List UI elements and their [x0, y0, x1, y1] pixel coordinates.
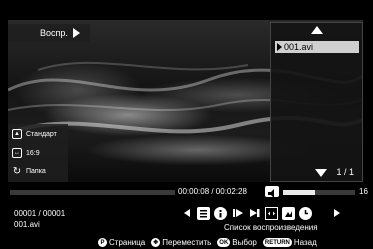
aspect-icon: ↔: [12, 148, 22, 158]
folder-row[interactable]: ↻ Папка: [12, 164, 46, 178]
volume-value: 16: [359, 187, 368, 196]
picture-mode-label: Стандарт: [26, 130, 57, 138]
play-status-text: Воспр.: [40, 28, 68, 38]
play-triangle-icon: [72, 28, 80, 38]
aspect-label: 16:9: [26, 149, 40, 157]
scroll-up-icon[interactable]: [311, 26, 323, 34]
time-display: 00:00:08 / 00:02:28: [178, 187, 247, 196]
next-icon[interactable]: [330, 207, 343, 220]
ok-hint: OK Выбор: [217, 238, 257, 247]
playlist-item[interactable]: 001.avi: [275, 41, 359, 53]
playlist-caption: Список воспроизведения: [224, 223, 318, 232]
page-hint: P Страница: [98, 238, 145, 247]
aspect-icon[interactable]: [265, 206, 278, 220]
file-counter: 00001 / 00001: [14, 209, 66, 218]
return-hint: RETURN Назад: [262, 238, 317, 247]
ok-hint-label: Выбор: [232, 238, 257, 247]
scroll-down-icon[interactable]: [315, 169, 327, 177]
info-icon[interactable]: [214, 206, 227, 220]
playlist-page-indicator: 1 / 1: [336, 167, 354, 177]
page-hint-label: Страница: [109, 238, 146, 247]
play-status-label: Воспр.: [8, 24, 90, 42]
progress-bar[interactable]: [10, 190, 175, 195]
ok-key-icon: OK: [217, 238, 231, 247]
volume-fill: [283, 190, 316, 195]
play-icon[interactable]: [231, 207, 244, 220]
return-hint-label: Назад: [293, 238, 317, 247]
info-list-icon[interactable]: [197, 206, 210, 220]
page-key-icon: P: [98, 238, 107, 247]
move-hint: ✥ Переместить: [151, 238, 211, 247]
repeat-icon: ↻: [12, 165, 22, 177]
playlist-panel[interactable]: 001.avi 1 / 1: [270, 22, 363, 182]
prev-icon[interactable]: [180, 207, 193, 220]
picture-mode-row[interactable]: ▲ Стандарт: [12, 127, 57, 141]
playing-indicator-icon: [277, 43, 282, 51]
volume-icon: [265, 186, 279, 198]
footer-hints: P Страница ✥ Переместить OK Выбор RETURN…: [0, 236, 373, 249]
move-hint-label: Переместить: [162, 238, 212, 247]
media-player-screen: Воспр. 001.avi 1 / 1 ▲ Стандарт ↔ 16:9 ↻…: [0, 0, 373, 249]
playback-controls: [180, 206, 343, 220]
playlist-item-label: 001.avi: [284, 42, 314, 52]
dpad-icon: ✥: [151, 238, 161, 247]
return-key-icon: RETURN: [262, 238, 292, 247]
skip-forward-icon[interactable]: [248, 207, 261, 220]
picture-mode-icon[interactable]: [282, 206, 295, 220]
aspect-row[interactable]: ↔ 16:9: [12, 146, 40, 160]
volume-slider[interactable]: [283, 190, 355, 195]
picture-mode-icon: ▲: [12, 129, 22, 139]
timer-icon[interactable]: [299, 206, 312, 220]
file-name: 001.avi: [14, 220, 40, 229]
folder-label: Папка: [26, 167, 46, 175]
settings-overlay: ▲ Стандарт ↔ 16:9 ↻ Папка: [8, 124, 68, 182]
